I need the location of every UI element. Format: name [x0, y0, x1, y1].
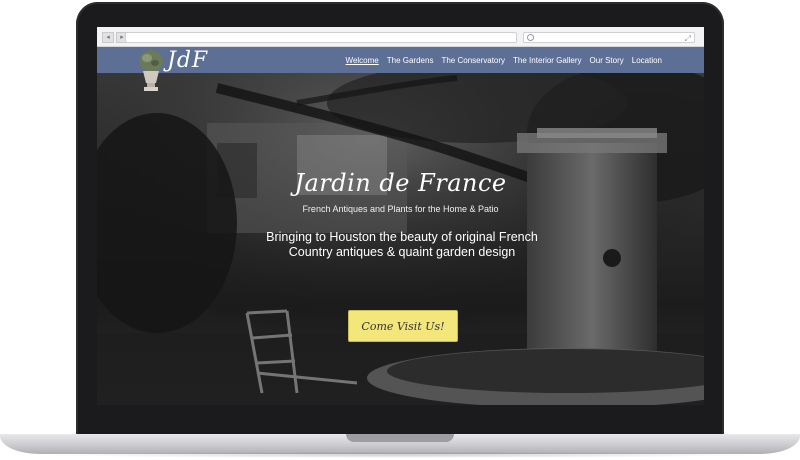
nav-location[interactable]: Location: [632, 56, 662, 65]
logo-urn-icon[interactable]: [137, 49, 165, 95]
nav-welcome[interactable]: Welcome: [346, 56, 379, 65]
site-logo[interactable]: JdF: [167, 48, 208, 73]
nav-the-gardens[interactable]: The Gardens: [387, 56, 434, 65]
main-nav: Welcome The Gardens The Conservatory The…: [346, 56, 662, 65]
resize-icon[interactable]: ⤢: [685, 34, 691, 44]
hero-title: Jardin de France: [294, 169, 507, 197]
laptop-notch: [346, 434, 454, 442]
laptop-shadow: [40, 452, 760, 458]
come-visit-button[interactable]: Come Visit Us!: [348, 310, 458, 342]
back-button[interactable]: ◂: [102, 32, 114, 43]
search-bar[interactable]: ⤢: [523, 32, 695, 43]
search-icon: [527, 34, 534, 41]
nav-the-interior-gallery[interactable]: The Interior Gallery: [513, 56, 581, 65]
hero-section: Jardin de France French Antiques and Pla…: [97, 73, 704, 405]
nav-our-story[interactable]: Our Story: [590, 56, 624, 65]
browser-window: ◂ ▸ ⤢ Jardin de France French Antiques a…: [97, 27, 704, 405]
address-bar[interactable]: [125, 32, 517, 43]
browser-chrome: ◂ ▸ ⤢: [97, 27, 704, 47]
nav-the-conservatory[interactable]: The Conservatory: [441, 56, 505, 65]
hero-subtitle: French Antiques and Plants for the Home …: [302, 204, 499, 214]
hero-tagline: Bringing to Houston the beauty of origin…: [266, 230, 538, 259]
